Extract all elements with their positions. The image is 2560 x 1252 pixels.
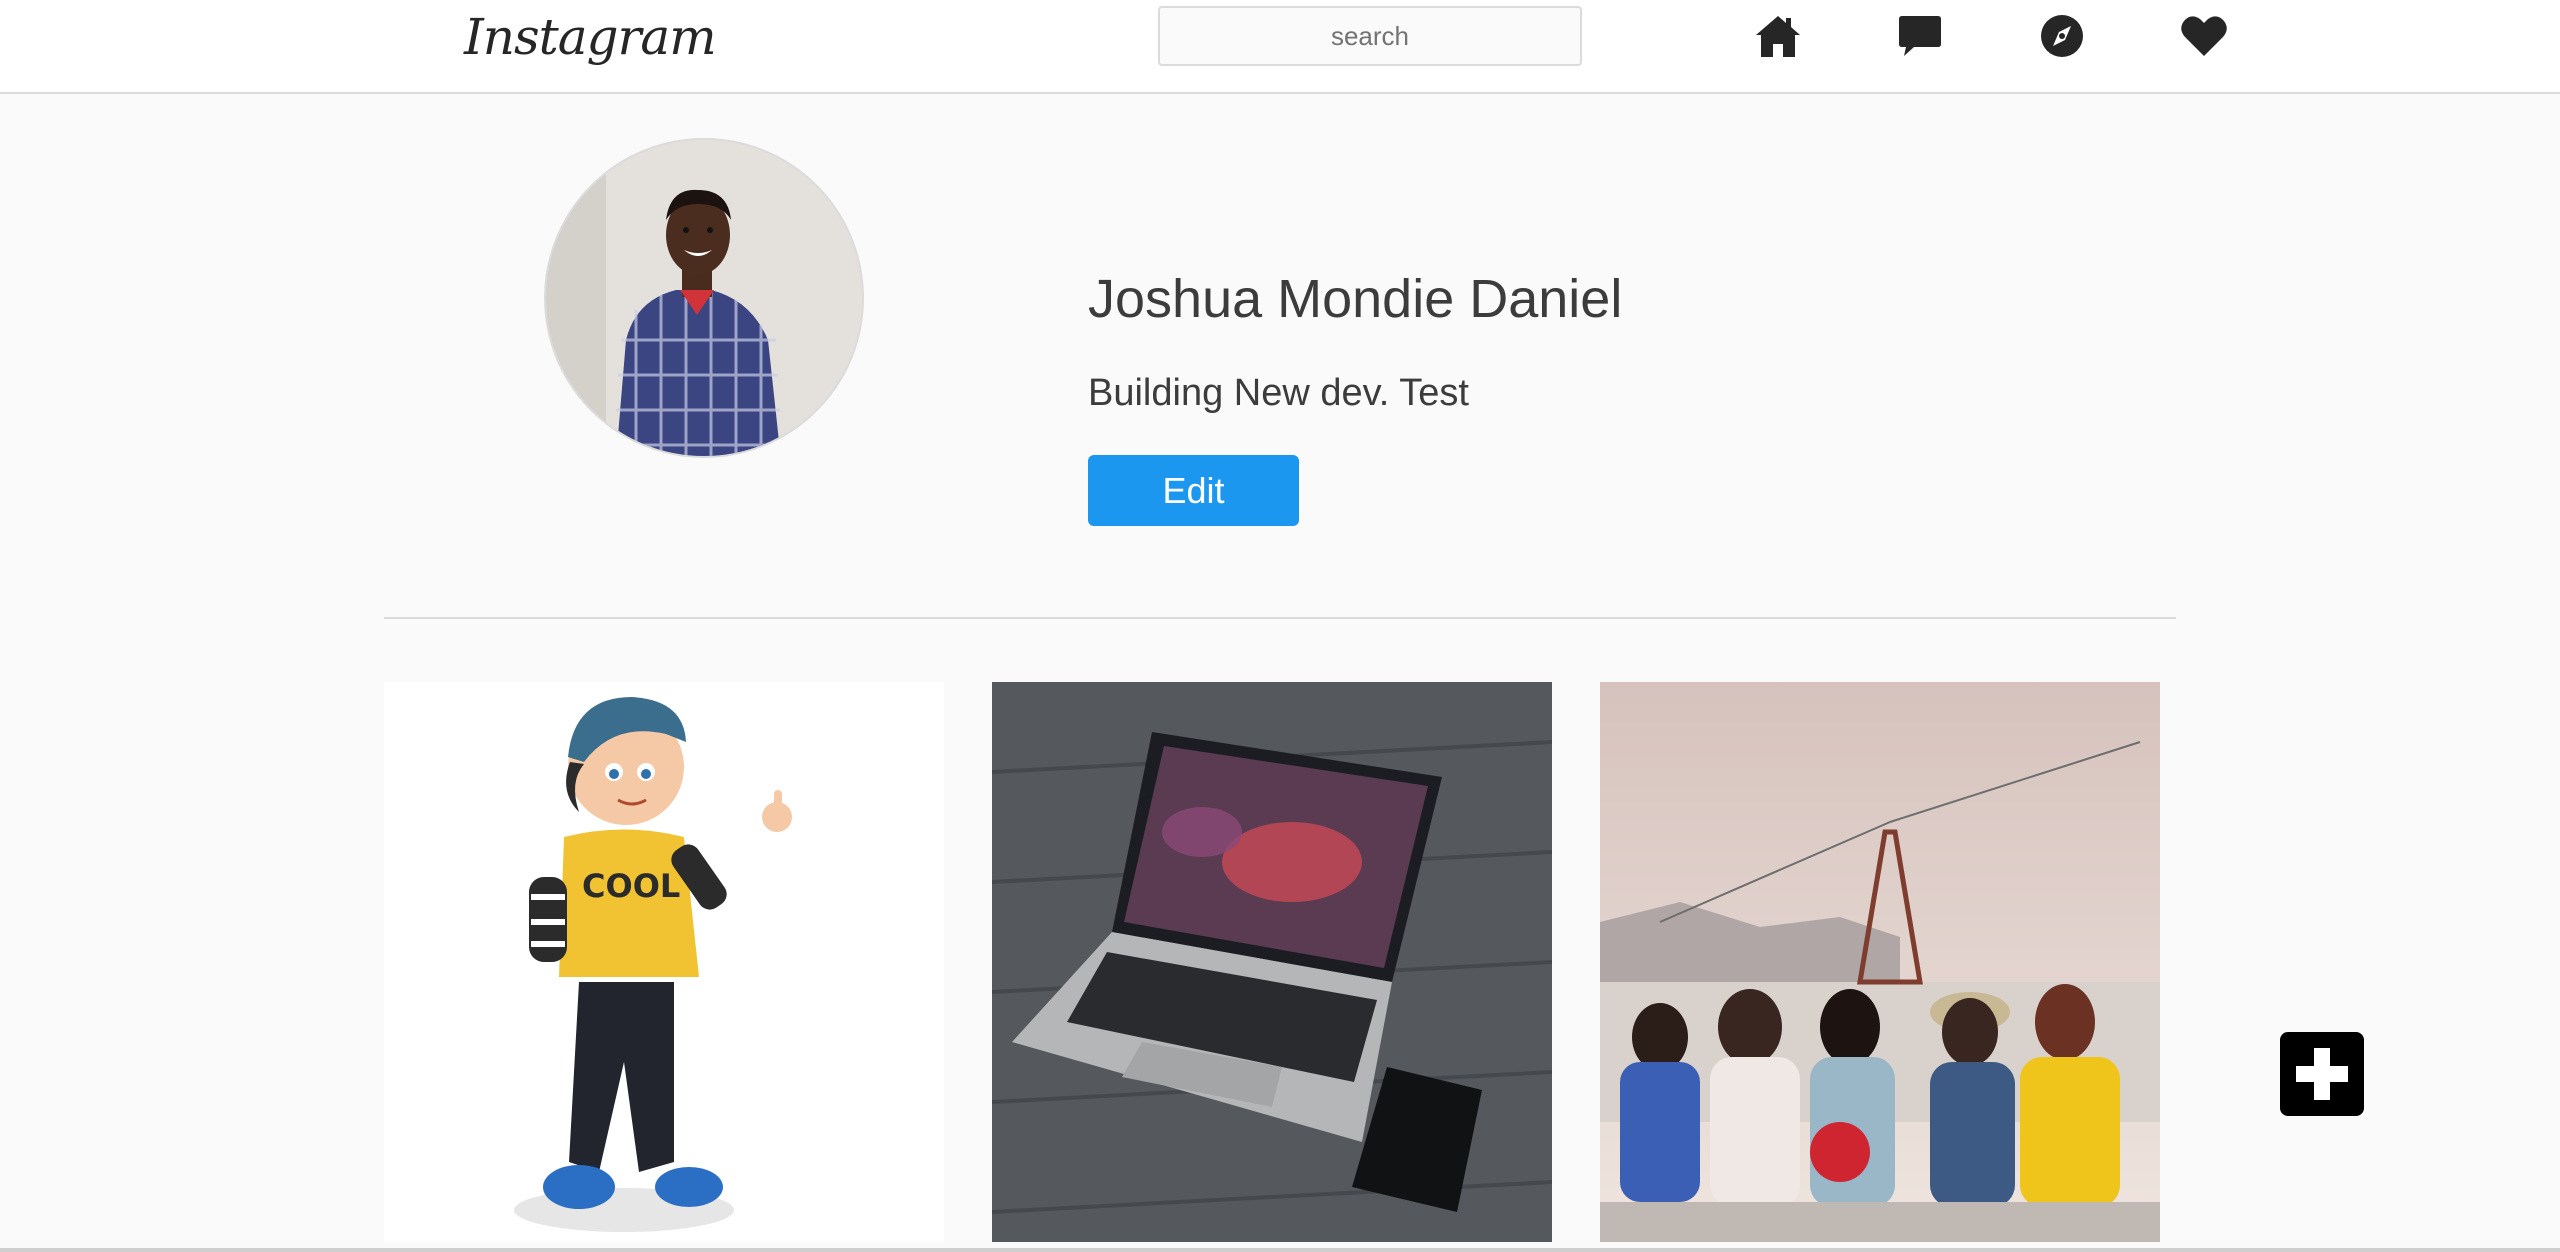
profile-bio: Building New dev. Test <box>1088 372 1469 414</box>
friends-image <box>1600 682 2160 1242</box>
edit-profile-button[interactable]: Edit <box>1088 455 1299 526</box>
top-navigation-bar: Instagram <box>0 0 2560 94</box>
post-thumbnail-friends-by-sea[interactable] <box>1600 682 2160 1242</box>
cool-shirt-text: COOL <box>582 867 680 905</box>
profile-photo <box>546 140 862 456</box>
message-icon[interactable] <box>1894 12 1946 60</box>
heart-icon[interactable] <box>2178 12 2230 60</box>
home-icon[interactable] <box>1752 12 1804 60</box>
instagram-logo[interactable]: Instagram <box>464 2 717 72</box>
section-divider <box>384 617 2176 619</box>
add-post-button[interactable] <box>2280 1032 2364 1116</box>
profile-avatar[interactable] <box>544 138 864 458</box>
plus-icon <box>2296 1048 2348 1100</box>
window-bottom-edge <box>0 1248 2560 1252</box>
post-thumbnail-laptop[interactable] <box>992 682 1552 1242</box>
cartoon-boy-image: COOL <box>384 682 944 1242</box>
search-input[interactable] <box>1158 6 1582 66</box>
profile-name: Joshua Mondie Daniel <box>1088 269 1623 329</box>
compass-icon[interactable] <box>2036 12 2088 60</box>
laptop-image <box>992 682 1552 1242</box>
post-thumbnail-cartoon-boy[interactable]: COOL <box>384 682 944 1242</box>
